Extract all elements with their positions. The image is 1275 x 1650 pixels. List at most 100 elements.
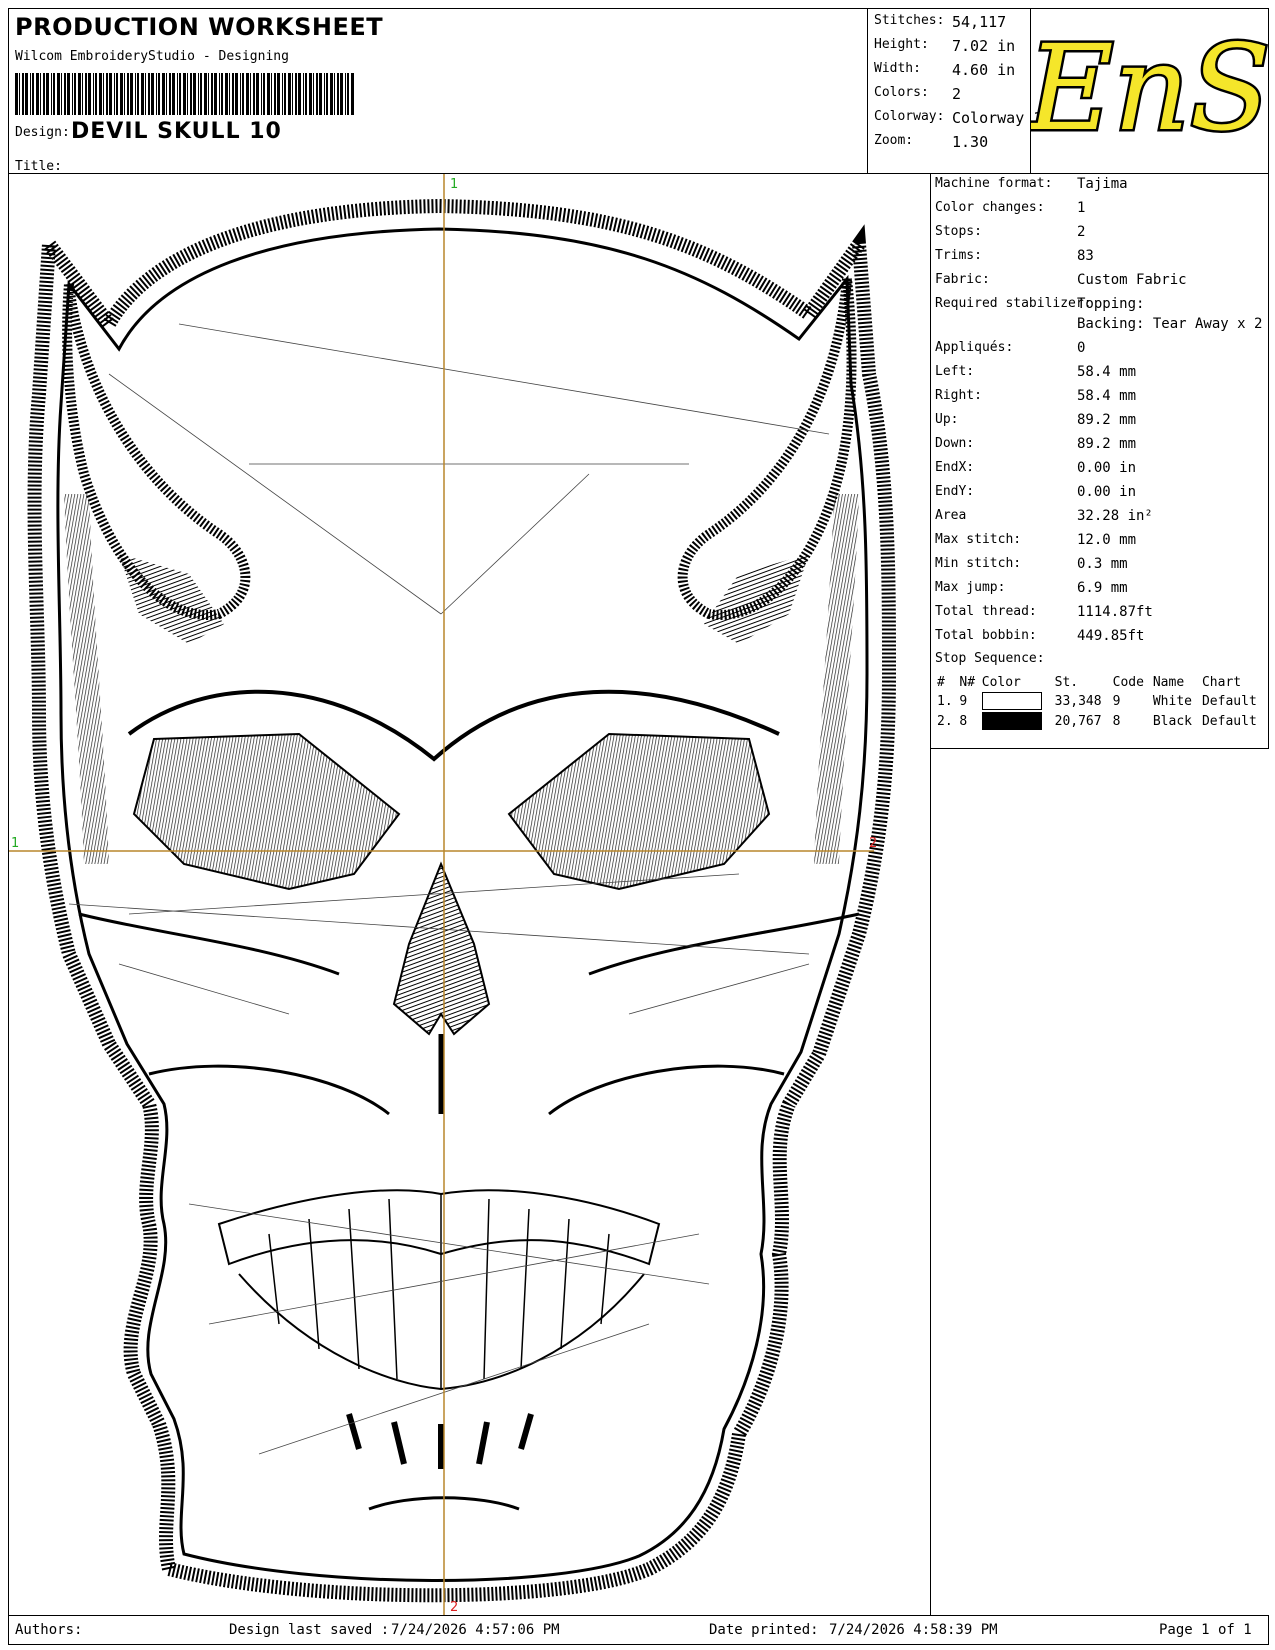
- barcode-bar: [64, 73, 66, 115]
- axis-marker-right: 2: [869, 836, 877, 851]
- barcode-bar: [172, 73, 175, 115]
- barcode-bar: [53, 73, 55, 115]
- software-name: Wilcom EmbroideryStudio - Designing: [15, 49, 289, 64]
- info-label: Min stitch:: [935, 556, 1022, 571]
- barcode-bar: [95, 73, 97, 115]
- info-value: 1114.87ft: [1077, 604, 1153, 620]
- barcode-bar: [67, 73, 70, 115]
- saved-label: Design last saved :: [229, 1622, 390, 1638]
- barcode-bar: [109, 73, 112, 115]
- info-value: 12.0 mm: [1077, 532, 1137, 548]
- barcode-bar: [200, 73, 202, 115]
- zoom-row: Zoom: 1.30: [874, 133, 988, 153]
- stop-name: Black: [1152, 713, 1192, 729]
- height-value: 7.02 in: [952, 37, 1016, 55]
- info-label: Down:: [935, 436, 975, 451]
- authors-label: Authors:: [15, 1622, 83, 1638]
- info-label: Appliqués:: [935, 340, 1014, 355]
- color-swatch: [981, 692, 1042, 710]
- stop-sequence-label: Stop Sequence:: [935, 651, 1045, 666]
- stop-chart: Default: [1201, 693, 1257, 709]
- info-label: Required stabilizer:: [935, 296, 1092, 311]
- barcode-bar: [78, 73, 81, 115]
- barcode-bar: [120, 73, 123, 115]
- height-row: Height: 7.02 in: [874, 37, 1015, 57]
- height-label: Height:: [874, 37, 929, 52]
- info-row: Max stitch: 12.0 mm: [935, 532, 1136, 556]
- axis-marker-top: 1: [450, 177, 458, 192]
- embroidery-preview: 1 1 2 2: [9, 174, 897, 1615]
- stop-stitches: 33,348: [1054, 693, 1102, 709]
- barcode-bar: [61, 73, 62, 115]
- summary-panel: Stitches: 54,117 Height: 7.02 in Width: 4.6…: [867, 8, 1042, 174]
- barcode-bar: [116, 73, 118, 115]
- stop-name: White: [1152, 693, 1192, 709]
- barcode-bar: [214, 73, 217, 115]
- barcode-bar: [137, 73, 139, 115]
- barcode-bar: [267, 73, 270, 115]
- info-label: Area: [935, 508, 967, 523]
- worksheet-title: PRODUCTION WORKSHEET: [15, 13, 384, 41]
- info-label: Max stitch:: [935, 532, 1022, 547]
- info-row: Area 32.28 in²: [935, 508, 1153, 532]
- barcode-bar: [282, 73, 283, 115]
- barcode-bar: [305, 73, 307, 115]
- info-row: Total bobbin: 449.85ft: [935, 628, 1144, 652]
- barcode-bar: [183, 73, 186, 115]
- barcode-bar: [319, 73, 322, 115]
- info-row: Fabric: Custom Fabric: [935, 272, 1187, 296]
- table-row: 2. 8 20,767 8 Black Default: [935, 711, 1267, 731]
- saved-value: 7/24/2026 4:57:06 PM: [391, 1622, 560, 1638]
- barcode-bar: [229, 73, 230, 115]
- barcode-bar: [347, 73, 349, 115]
- barcode-bar: [124, 73, 125, 115]
- barcode-bar: [277, 73, 280, 115]
- info-value: 89.2 mm: [1077, 436, 1137, 452]
- col-st: St.: [1054, 675, 1079, 690]
- info-value: 0.3 mm: [1077, 556, 1128, 572]
- barcode-bar: [30, 73, 31, 115]
- info-value: 32.28 in²: [1077, 508, 1153, 524]
- zoom-label: Zoom:: [874, 133, 914, 148]
- printed-label: Date printed:: [709, 1622, 819, 1638]
- stop-sequence-table: # N# Color St. Code Name Chart 1. 9 33,3…: [935, 674, 1267, 731]
- barcode-bar: [179, 73, 181, 115]
- info-value: 449.85ft: [1077, 628, 1145, 644]
- info-value: Custom Fabric: [1077, 272, 1187, 288]
- barcode-bar: [193, 73, 196, 115]
- barcode-bar: [295, 73, 297, 115]
- info-value: 58.4 mm: [1077, 364, 1137, 380]
- stop-needle: 9: [959, 693, 968, 709]
- stop-swatch: [980, 691, 1053, 711]
- info-value: Tajima: [1077, 176, 1128, 192]
- barcode-bar: [148, 73, 150, 115]
- barcode-bar: [51, 73, 52, 115]
- colorway-value: Colorway 1: [952, 109, 1043, 127]
- barcode-bar: [190, 73, 192, 115]
- colors-label: Colors:: [874, 85, 929, 100]
- barcode-bar: [156, 73, 157, 115]
- barcode-bar: [88, 73, 91, 115]
- barcode-bar: [324, 73, 325, 115]
- barcode-bar: [292, 73, 293, 115]
- barcode-bar: [211, 73, 213, 115]
- barcode-bar: [135, 73, 136, 115]
- info-value: 58.4 mm: [1077, 388, 1137, 404]
- barcode-bar: [326, 73, 328, 115]
- info-row: Appliqués: 0: [935, 340, 1085, 364]
- barcode-bar: [263, 73, 265, 115]
- colorway-label: Colorway:: [874, 109, 945, 124]
- colors-row: Colors: 2: [874, 85, 961, 105]
- info-label: Color changes:: [935, 200, 1045, 215]
- barcode-bar: [246, 73, 249, 115]
- barcode-bar: [309, 73, 312, 115]
- stop-num: 2.: [937, 713, 953, 729]
- barcode-bar: [127, 73, 129, 115]
- barcode-bar: [151, 73, 154, 115]
- info-value: 2: [1077, 224, 1086, 240]
- barcode-bar: [334, 73, 335, 115]
- barcode-bar: [85, 73, 87, 115]
- barcode-bar: [337, 73, 339, 115]
- barcode-bar: [219, 73, 220, 115]
- info-value: Backing: Tear Away x 2: [1077, 316, 1263, 332]
